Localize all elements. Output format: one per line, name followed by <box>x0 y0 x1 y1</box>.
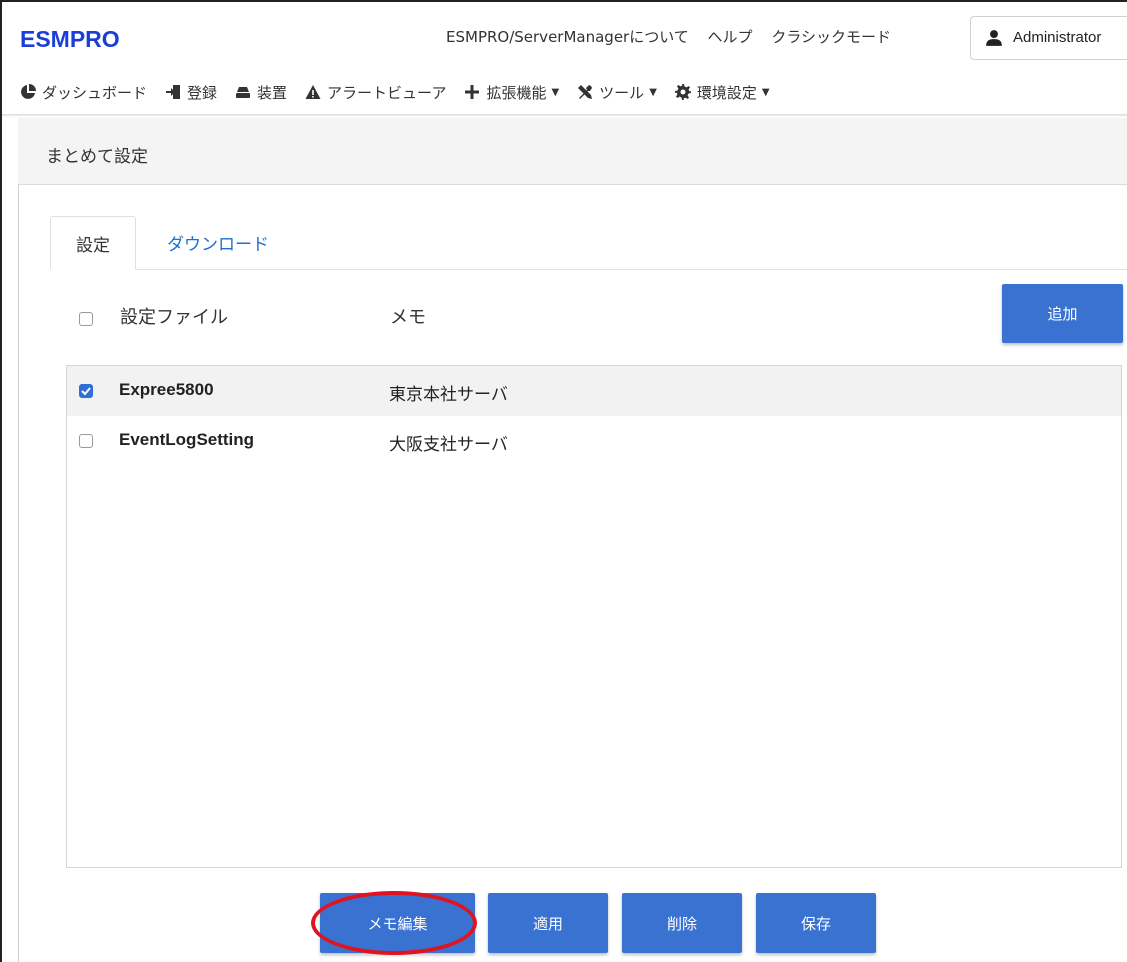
help-link[interactable]: ヘルプ <box>708 28 753 46</box>
nav-dashboard[interactable]: ダッシュボード <box>20 82 147 103</box>
gear-icon <box>674 84 691 100</box>
apply-button[interactable]: 適用 <box>488 893 608 953</box>
app-header: ESMPRO ESMPRO/ServerManagerについて ヘルプ クラシッ… <box>2 2 1127 116</box>
top-links: ESMPRO/ServerManagerについて ヘルプ クラシックモード <box>446 26 905 47</box>
delete-button[interactable]: 削除 <box>622 893 742 953</box>
content-border <box>18 118 19 962</box>
row-file-name: EventLogSetting <box>119 430 255 449</box>
classic-mode-link[interactable]: クラシックモード <box>771 28 891 46</box>
nav-alert-viewer[interactable]: アラートビューア <box>305 82 446 103</box>
tab-settings[interactable]: 設定 <box>50 216 136 270</box>
settings-file-table: Expree5800 東京本社サーバ EventLogSetting 大阪支社サ… <box>66 365 1122 868</box>
row-file-name: Expree5800 <box>119 380 214 399</box>
select-all-checkbox[interactable] <box>79 312 93 326</box>
nav-alert-viewer-label: アラートビューア <box>327 83 447 102</box>
row-memo: 東京本社サーバ <box>389 385 508 405</box>
nav-shadow <box>2 114 1127 117</box>
row-checkbox[interactable] <box>79 434 93 448</box>
user-name: Administrator <box>1013 29 1102 46</box>
page-title: まとめて設定 <box>46 147 148 167</box>
nav-settings[interactable]: 環境設定 ▼ <box>674 82 770 103</box>
device-icon <box>236 87 251 98</box>
memo-edit-button[interactable]: メモ編集 <box>320 893 475 953</box>
table-row[interactable]: Expree5800 東京本社サーバ <box>67 366 1121 416</box>
plus-icon <box>465 85 480 99</box>
nav-register-label: 登録 <box>187 83 218 102</box>
check-icon <box>81 387 91 396</box>
tab-bar: 設定 ダウンロード <box>50 216 1127 270</box>
add-button[interactable]: 追加 <box>1002 284 1123 343</box>
tab-download[interactable]: ダウンロード <box>150 216 286 269</box>
dashboard-icon <box>21 84 36 99</box>
chevron-down-icon: ▼ <box>551 86 560 98</box>
nav-tools-label: ツール <box>599 83 645 102</box>
user-icon <box>986 30 1002 46</box>
page-header: まとめて設定 <box>18 118 1127 185</box>
main-nav: ダッシュボード 登録 装置 アラートビューア 拡張機能 ▼ ツール ▼ 環境設定… <box>20 78 788 106</box>
nav-device[interactable]: 装置 <box>235 82 287 103</box>
nav-dashboard-label: ダッシュボード <box>42 83 148 102</box>
alert-icon <box>305 85 321 99</box>
nav-tools[interactable]: ツール ▼ <box>577 82 657 103</box>
row-checkbox[interactable] <box>79 384 93 398</box>
nav-register[interactable]: 登録 <box>165 82 217 103</box>
nav-device-label: 装置 <box>257 83 288 102</box>
chevron-down-icon: ▼ <box>761 86 770 98</box>
table-row[interactable]: EventLogSetting 大阪支社サーバ <box>67 416 1121 466</box>
column-header-file: 設定ファイル <box>120 307 228 328</box>
nav-extensions-label: 拡張機能 <box>486 83 547 102</box>
brand-logo[interactable]: ESMPRO <box>20 26 120 53</box>
nav-settings-label: 環境設定 <box>696 83 757 102</box>
nav-extensions[interactable]: 拡張機能 ▼ <box>464 82 559 103</box>
chevron-down-icon: ▼ <box>649 86 657 98</box>
column-header-memo: メモ <box>390 307 426 328</box>
row-memo: 大阪支社サーバ <box>389 435 508 455</box>
register-icon <box>166 85 181 99</box>
tools-icon <box>578 85 593 99</box>
save-button[interactable]: 保存 <box>756 893 876 953</box>
window-frame-left <box>0 0 2 962</box>
about-link[interactable]: ESMPRO/ServerManagerについて <box>446 28 689 46</box>
user-menu-button[interactable]: Administrator <box>970 16 1127 60</box>
